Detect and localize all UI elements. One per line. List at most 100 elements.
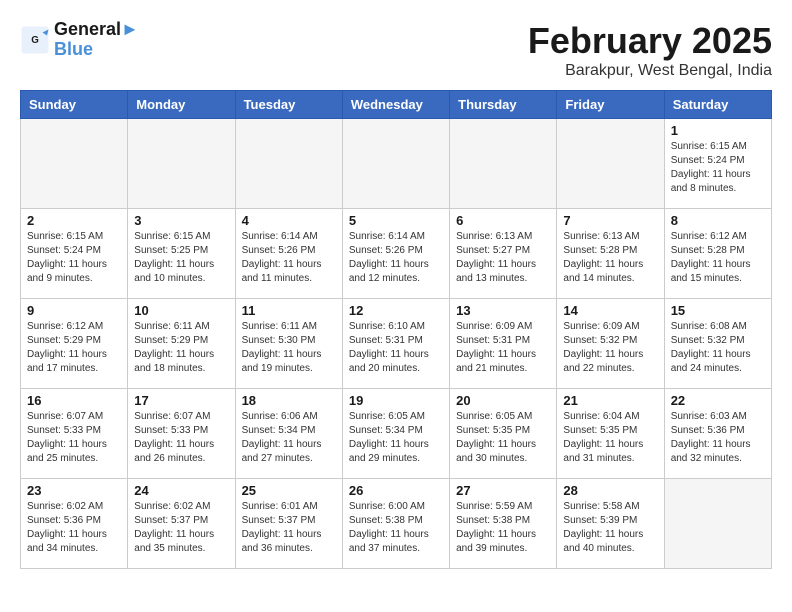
day-info: Sunrise: 6:05 AM Sunset: 5:34 PM Dayligh… (349, 410, 443, 466)
day-number: 16 (27, 393, 121, 408)
day-info: Sunrise: 6:12 AM Sunset: 5:28 PM Dayligh… (671, 230, 765, 286)
weekday-header-thursday: Thursday (450, 91, 557, 119)
day-number: 22 (671, 393, 765, 408)
calendar-cell: 7 Sunrise: 6:13 AM Sunset: 5:28 PM Daylig… (557, 209, 664, 299)
calendar-cell: 1 Sunrise: 6:15 AM Sunset: 5:24 PM Daylig… (664, 119, 771, 209)
day-info: Sunrise: 6:11 AM Sunset: 5:30 PM Dayligh… (242, 320, 336, 376)
day-number: 4 (242, 213, 336, 228)
logo-text: General► Blue (54, 20, 139, 60)
calendar-cell: 19 Sunrise: 6:05 AM Sunset: 5:34 PM Dayli… (342, 389, 449, 479)
weekday-header-wednesday: Wednesday (342, 91, 449, 119)
day-info: Sunrise: 6:02 AM Sunset: 5:36 PM Dayligh… (27, 500, 121, 556)
day-number: 14 (563, 303, 657, 318)
day-info: Sunrise: 6:15 AM Sunset: 5:25 PM Dayligh… (134, 230, 228, 286)
day-number: 8 (671, 213, 765, 228)
day-info: Sunrise: 6:07 AM Sunset: 5:33 PM Dayligh… (27, 410, 121, 466)
day-info: Sunrise: 6:07 AM Sunset: 5:33 PM Dayligh… (134, 410, 228, 466)
day-info: Sunrise: 6:15 AM Sunset: 5:24 PM Dayligh… (27, 230, 121, 286)
title-area: February 2025 Barakpur, West Bengal, Ind… (528, 20, 772, 80)
calendar-cell: 16 Sunrise: 6:07 AM Sunset: 5:33 PM Dayli… (21, 389, 128, 479)
day-info: Sunrise: 6:15 AM Sunset: 5:24 PM Dayligh… (671, 140, 765, 196)
day-number: 6 (456, 213, 550, 228)
day-number: 15 (671, 303, 765, 318)
day-number: 7 (563, 213, 657, 228)
day-info: Sunrise: 6:10 AM Sunset: 5:31 PM Dayligh… (349, 320, 443, 376)
svg-text:G: G (31, 35, 39, 46)
calendar-cell: 15Sunrise: 6:08 AM Sunset: 5:32 PM Dayli… (664, 299, 771, 389)
calendar-cell: 25 Sunrise: 6:01 AM Sunset: 5:37 PM Dayli… (235, 479, 342, 569)
day-number: 3 (134, 213, 228, 228)
weekday-header-sunday: Sunday (21, 91, 128, 119)
calendar-cell: 22 Sunrise: 6:03 AM Sunset: 5:36 PM Dayli… (664, 389, 771, 479)
calendar-cell: 6 Sunrise: 6:13 AM Sunset: 5:27 PM Daylig… (450, 209, 557, 299)
calendar-cell: 21 Sunrise: 6:04 AM Sunset: 5:35 PM Dayli… (557, 389, 664, 479)
calendar-week-4: 16 Sunrise: 6:07 AM Sunset: 5:33 PM Dayli… (21, 389, 772, 479)
day-info: Sunrise: 6:01 AM Sunset: 5:37 PM Dayligh… (242, 500, 336, 556)
calendar-cell (557, 119, 664, 209)
calendar-cell: 26 Sunrise: 6:00 AM Sunset: 5:38 PM Dayli… (342, 479, 449, 569)
day-number: 26 (349, 483, 443, 498)
day-number: 23 (27, 483, 121, 498)
weekday-header-saturday: Saturday (664, 91, 771, 119)
day-number: 12 (349, 303, 443, 318)
day-info: Sunrise: 6:14 AM Sunset: 5:26 PM Dayligh… (349, 230, 443, 286)
calendar: SundayMondayTuesdayWednesdayThursdayFrid… (20, 90, 772, 569)
weekday-header-row: SundayMondayTuesdayWednesdayThursdayFrid… (21, 91, 772, 119)
day-info: Sunrise: 6:13 AM Sunset: 5:28 PM Dayligh… (563, 230, 657, 286)
calendar-cell: 18 Sunrise: 6:06 AM Sunset: 5:34 PM Dayli… (235, 389, 342, 479)
calendar-cell (450, 119, 557, 209)
day-info: Sunrise: 6:00 AM Sunset: 5:38 PM Dayligh… (349, 500, 443, 556)
day-info: Sunrise: 6:09 AM Sunset: 5:32 PM Dayligh… (563, 320, 657, 376)
calendar-cell (342, 119, 449, 209)
day-number: 18 (242, 393, 336, 408)
calendar-cell: 13 Sunrise: 6:09 AM Sunset: 5:31 PM Dayli… (450, 299, 557, 389)
day-info: Sunrise: 5:59 AM Sunset: 5:38 PM Dayligh… (456, 500, 550, 556)
day-info: Sunrise: 6:13 AM Sunset: 5:27 PM Dayligh… (456, 230, 550, 286)
day-info: Sunrise: 6:05 AM Sunset: 5:35 PM Dayligh… (456, 410, 550, 466)
day-info: Sunrise: 6:09 AM Sunset: 5:31 PM Dayligh… (456, 320, 550, 376)
calendar-cell: 14 Sunrise: 6:09 AM Sunset: 5:32 PM Dayli… (557, 299, 664, 389)
month-title: February 2025 (528, 20, 772, 62)
day-info: Sunrise: 6:03 AM Sunset: 5:36 PM Dayligh… (671, 410, 765, 466)
day-number: 1 (671, 123, 765, 138)
day-info: Sunrise: 6:04 AM Sunset: 5:35 PM Dayligh… (563, 410, 657, 466)
calendar-cell: 3 Sunrise: 6:15 AM Sunset: 5:25 PM Daylig… (128, 209, 235, 299)
day-number: 28 (563, 483, 657, 498)
day-info: Sunrise: 6:12 AM Sunset: 5:29 PM Dayligh… (27, 320, 121, 376)
day-info: Sunrise: 6:06 AM Sunset: 5:34 PM Dayligh… (242, 410, 336, 466)
day-number: 21 (563, 393, 657, 408)
calendar-week-5: 23 Sunrise: 6:02 AM Sunset: 5:36 PM Dayli… (21, 479, 772, 569)
calendar-cell: 20Sunrise: 6:05 AM Sunset: 5:35 PM Dayli… (450, 389, 557, 479)
calendar-cell: 11 Sunrise: 6:11 AM Sunset: 5:30 PM Dayli… (235, 299, 342, 389)
day-number: 27 (456, 483, 550, 498)
location: Barakpur, West Bengal, India (528, 62, 772, 80)
day-number: 19 (349, 393, 443, 408)
day-info: Sunrise: 6:02 AM Sunset: 5:37 PM Dayligh… (134, 500, 228, 556)
day-number: 2 (27, 213, 121, 228)
calendar-cell: 24 Sunrise: 6:02 AM Sunset: 5:37 PM Dayli… (128, 479, 235, 569)
calendar-cell: 8 Sunrise: 6:12 AM Sunset: 5:28 PM Daylig… (664, 209, 771, 299)
calendar-cell: 4Sunrise: 6:14 AM Sunset: 5:26 PM Daylig… (235, 209, 342, 299)
header: G General► Blue February 2025 Barakpur, … (20, 20, 772, 80)
day-info: Sunrise: 6:11 AM Sunset: 5:29 PM Dayligh… (134, 320, 228, 376)
calendar-cell: 5Sunrise: 6:14 AM Sunset: 5:26 PM Daylig… (342, 209, 449, 299)
calendar-cell (21, 119, 128, 209)
calendar-cell: 10 Sunrise: 6:11 AM Sunset: 5:29 PM Dayli… (128, 299, 235, 389)
calendar-cell: 2 Sunrise: 6:15 AM Sunset: 5:24 PM Daylig… (21, 209, 128, 299)
calendar-cell (128, 119, 235, 209)
calendar-cell (664, 479, 771, 569)
logo-icon: G (20, 25, 50, 55)
calendar-week-1: 1 Sunrise: 6:15 AM Sunset: 5:24 PM Daylig… (21, 119, 772, 209)
calendar-week-2: 2 Sunrise: 6:15 AM Sunset: 5:24 PM Daylig… (21, 209, 772, 299)
day-number: 10 (134, 303, 228, 318)
day-number: 17 (134, 393, 228, 408)
day-number: 24 (134, 483, 228, 498)
logo: G General► Blue (20, 20, 139, 60)
day-number: 11 (242, 303, 336, 318)
day-number: 9 (27, 303, 121, 318)
calendar-cell: 17 Sunrise: 6:07 AM Sunset: 5:33 PM Dayli… (128, 389, 235, 479)
day-info: Sunrise: 5:58 AM Sunset: 5:39 PM Dayligh… (563, 500, 657, 556)
calendar-cell (235, 119, 342, 209)
day-number: 25 (242, 483, 336, 498)
day-number: 13 (456, 303, 550, 318)
